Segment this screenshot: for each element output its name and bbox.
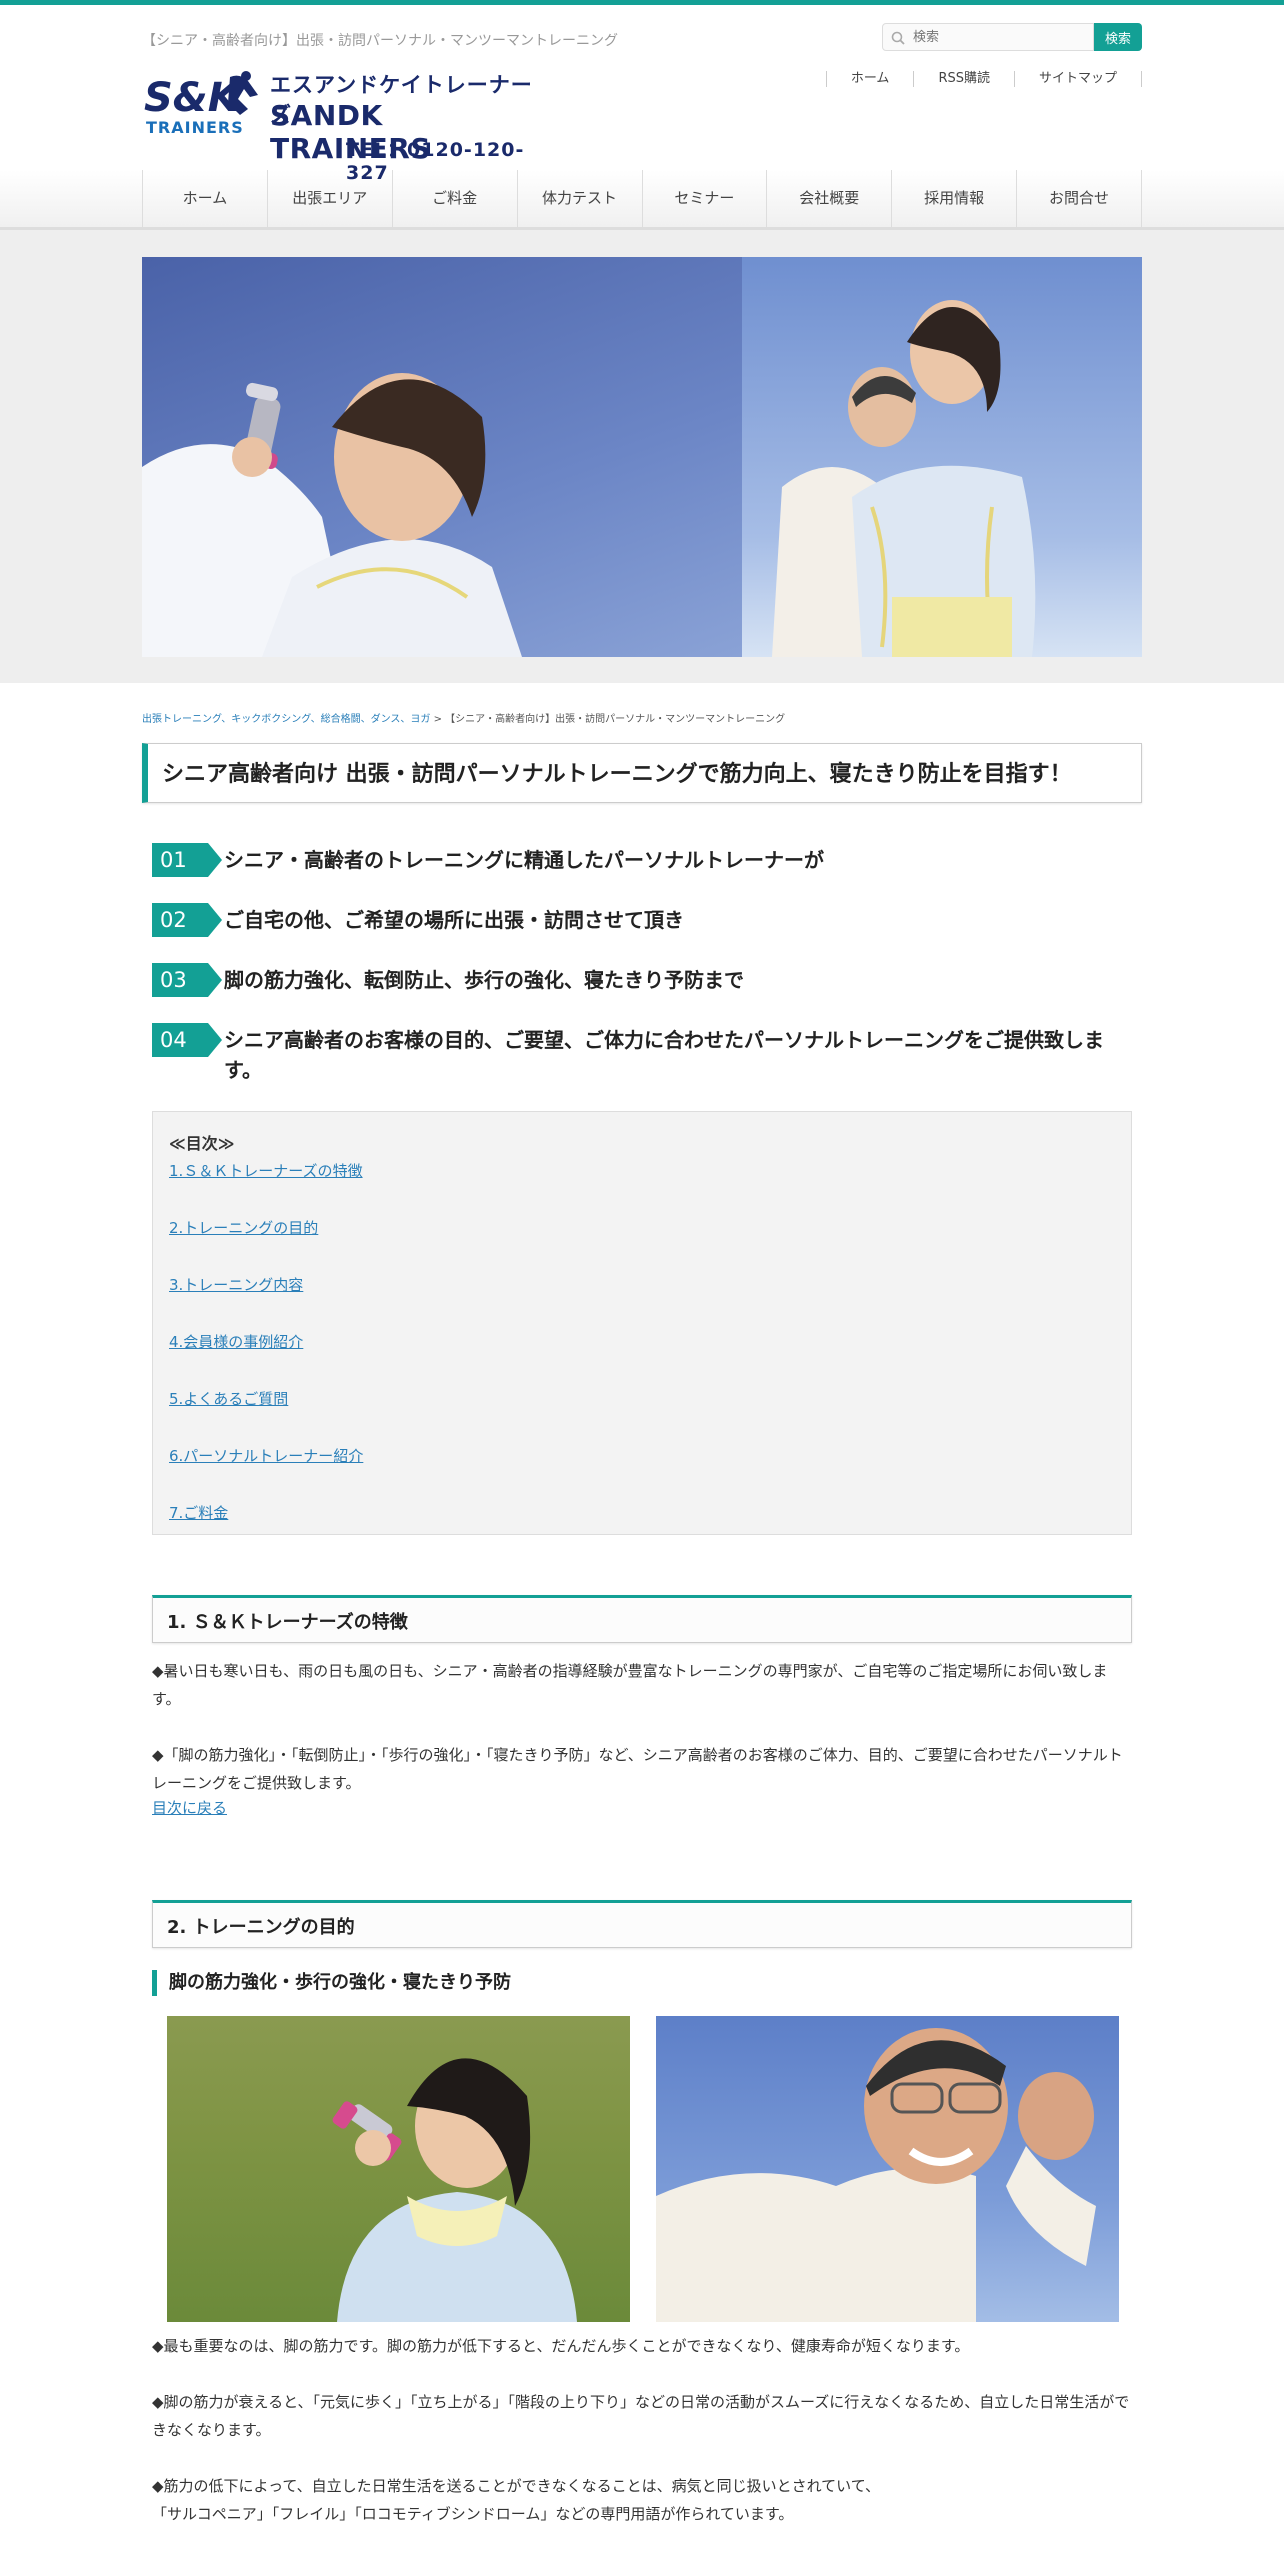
section2-subheading: 脚の筋力強化・歩行の強化・寝たきり予防 [152, 1970, 1132, 1996]
nav-recruit[interactable]: 採用情報 [892, 170, 1018, 227]
nav-home[interactable]: ホーム [143, 170, 268, 227]
search-input-wrap [882, 23, 1094, 51]
feature-point: 03 脚の筋力強化、転倒防止、歩行の強化、寝たきり予防まで [152, 963, 1142, 997]
hero-photo-couple-walking [742, 257, 1142, 657]
search-box: 検索 [882, 23, 1142, 51]
nav-seminar[interactable]: セミナー [643, 170, 768, 227]
global-nav-bar: ホーム 出張エリア ご料金 体力テスト セミナー 会社概要 採用情報 お問合せ [0, 170, 1284, 230]
util-nav-sitemap[interactable]: サイトマップ [1013, 71, 1142, 87]
hero-image [142, 257, 1142, 657]
section2-paragraph-3b: 「サルコペニア」「フレイル」「ロコモティブシンドローム」などの専門用語が作られて… [152, 2505, 794, 2523]
photo-man-exercising-sky [656, 2016, 1119, 2322]
feature-point-text: ご自宅の他、ご希望の場所に出張・訪問させて頂き [224, 908, 684, 932]
logo-telephone: TEL：0120-120-327 [346, 139, 525, 184]
global-nav: ホーム 出張エリア ご料金 体力テスト セミナー 会社概要 採用情報 お問合せ [142, 170, 1142, 227]
breadcrumb-current: 【シニア・高齢者向け】出張・訪問パーソナル・マンツーマントレーニング [445, 714, 786, 725]
feature-point-text: 脚の筋力強化、転倒防止、歩行の強化、寝たきり予防まで [224, 968, 744, 992]
toc-link-faq[interactable]: 5.よくあるご質問 [169, 1388, 1115, 1409]
site-logo[interactable]: S&K TRAINERS エスアンドケイトレーナーズ SANDK TRAINER… [142, 67, 542, 184]
util-nav-rss[interactable]: RSS購読 [913, 71, 1014, 87]
toc-link-features[interactable]: 1.Ｓ＆Ｋトレーナーズの特徴 [169, 1160, 1115, 1181]
nav-company[interactable]: 会社概要 [767, 170, 893, 227]
section-heading-features: 1. Ｓ＆Ｋトレーナーズの特徴 [152, 1595, 1132, 1643]
nav-contact[interactable]: お問合せ [1017, 170, 1142, 227]
hero-band [0, 230, 1284, 683]
photo-row [167, 2016, 1142, 2322]
toc-link-content[interactable]: 3.トレーニング内容 [169, 1274, 1115, 1295]
section-heading-purpose: 2. トレーニングの目的 [152, 1900, 1132, 1948]
feature-point-text: シニア高齢者のお客様の目的、ご要望、ご体力に合わせたパーソナルトレーニングをご提… [224, 1028, 1104, 1082]
toc-link-trainers[interactable]: 6.パーソナルトレーナー紹介 [169, 1445, 1115, 1466]
svg-text:S&K: S&K [144, 75, 242, 121]
util-nav-home[interactable]: ホーム [825, 71, 914, 87]
search-button[interactable]: 検索 [1094, 23, 1142, 51]
site-header: 【シニア・高齢者向け】出張・訪問パーソナル・マンツーマントレーニング S&K T… [142, 5, 1142, 184]
table-of-contents: ≪目次≫ 1.Ｓ＆Ｋトレーナーズの特徴 2.トレーニングの目的 3.トレーニング… [152, 1111, 1132, 1535]
main-content: 出張トレーニング、キックボクシング、総合格闘、ダンス、ヨガ > 【シニア・高齢者… [142, 710, 1142, 2528]
utility-nav: ホーム RSS購読 サイトマップ [825, 71, 1142, 87]
back-to-toc-link[interactable]: 目次に戻る [152, 1797, 1132, 1818]
photo-woman-dumbbell-grass [167, 2016, 630, 2322]
page-title: シニア高齢者向け 出張・訪問パーソナルトレーニングで筋力向上、寝たきり防止を目指… [142, 743, 1142, 803]
svg-text:TRAINERS: TRAINERS [146, 118, 244, 137]
breadcrumb: 出張トレーニング、キックボクシング、総合格闘、ダンス、ヨガ > 【シニア・高齢者… [142, 710, 1142, 725]
feature-point: 02 ご自宅の他、ご希望の場所に出張・訪問させて頂き [152, 903, 1142, 937]
feature-point: 04 シニア高齢者のお客様の目的、ご要望、ご体力に合わせたパーソナルトレーニング… [152, 1023, 1142, 1085]
site-tagline: 【シニア・高齢者向け】出張・訪問パーソナル・マンツーマントレーニング [142, 33, 618, 49]
breadcrumb-separator: > [433, 714, 442, 725]
breadcrumb-link-top[interactable]: 出張トレーニング、キックボクシング、総合格闘、ダンス、ヨガ [142, 714, 430, 725]
feature-point-number: 03 [152, 963, 222, 997]
section1-paragraph-1: ◆暑い日も寒い日も、雨の日も風の日も、シニア・高齢者の指導経験が豊富なトレーニン… [152, 1662, 1108, 1708]
feature-points: 01 シニア・高齢者のトレーニングに精通したパーソナルトレーナーが 02 ご自宅… [152, 843, 1142, 1085]
toc-link-cases[interactable]: 4.会員様の事例紹介 [169, 1331, 1115, 1352]
feature-point-number: 04 [152, 1023, 222, 1057]
search-input[interactable] [883, 24, 1093, 50]
toc-title: ≪目次≫ [169, 1134, 235, 1153]
feature-point: 01 シニア・高齢者のトレーニングに精通したパーソナルトレーナーが [152, 843, 1142, 877]
feature-point-number: 02 [152, 903, 222, 937]
section1-paragraph-2: ◆「脚の筋力強化」・「転倒防止」・「歩行の強化」・「寝たきり予防」など、シニア高… [152, 1746, 1123, 1792]
section2-paragraph-2: ◆脚の筋力が衰えると、「元気に歩く」「立ち上がる」「階段の上り下り」などの日常の… [152, 2393, 1130, 2439]
section2-paragraph-1: ◆最も重要なのは、脚の筋力です。脚の筋力が低下すると、だんだん歩くことができなく… [152, 2337, 970, 2355]
hero-photo-woman-dumbbell [142, 257, 742, 657]
logo-mark-icon: S&K TRAINERS [144, 71, 258, 137]
section2-paragraph-3a: ◆筋力の低下によって、自立した日常生活を送ることができなくなることは、病気と同じ… [152, 2477, 880, 2495]
search-icon [891, 31, 905, 45]
toc-link-price[interactable]: 7.ご料金 [169, 1502, 1115, 1523]
feature-point-text: シニア・高齢者のトレーニングに精通したパーソナルトレーナーが [224, 848, 824, 872]
feature-point-number: 01 [152, 843, 222, 877]
toc-link-purpose[interactable]: 2.トレーニングの目的 [169, 1217, 1115, 1238]
